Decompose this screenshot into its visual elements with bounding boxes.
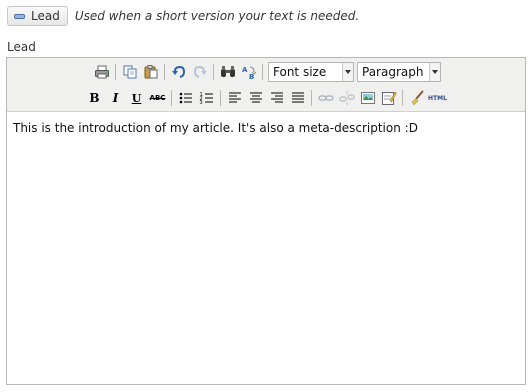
brush-icon <box>411 90 424 106</box>
rich-text-editor: AB Font size Paragraph B I U ABC 123 HTM… <box>6 57 526 385</box>
undo-icon <box>171 65 185 78</box>
field-label: Lead <box>7 40 36 54</box>
chevron-down-icon <box>342 63 353 81</box>
italic-button[interactable]: I <box>105 88 126 108</box>
unlink-button[interactable] <box>336 88 357 108</box>
toolbar-separator <box>311 90 312 106</box>
link-icon <box>317 95 334 101</box>
font-size-value: Font size <box>273 65 327 79</box>
toolbar-row-1: AB Font size Paragraph <box>7 61 525 83</box>
html-source-button[interactable]: HTML <box>427 88 448 108</box>
print-icon <box>94 65 109 79</box>
align-right-icon <box>270 92 283 103</box>
clean-formatting-button[interactable] <box>406 88 427 108</box>
html-icon: HTML <box>428 94 447 102</box>
numbered-list-button[interactable]: 123 <box>196 88 217 108</box>
undo-button[interactable] <box>168 62 189 82</box>
edit-icon <box>381 91 397 105</box>
strikethrough-button[interactable]: ABC <box>147 88 168 108</box>
toolbar-separator <box>402 90 403 106</box>
replace-button[interactable]: AB <box>238 62 259 82</box>
align-center-icon <box>249 92 262 103</box>
bullet-list-icon <box>179 92 192 104</box>
align-right-button[interactable] <box>266 88 287 108</box>
find-button[interactable] <box>217 62 238 82</box>
toolbar-separator <box>213 64 214 80</box>
underline-button[interactable]: U <box>126 88 147 108</box>
copy-button[interactable] <box>119 62 140 82</box>
insert-link-button[interactable] <box>315 88 336 108</box>
lead-toggle-button[interactable]: Lead <box>7 6 68 26</box>
toolbar-separator <box>115 64 116 80</box>
svg-text:A: A <box>242 66 248 74</box>
lead-toggle-label: Lead <box>31 9 60 23</box>
toolbar-separator <box>262 64 263 80</box>
toolbar-separator <box>171 90 172 106</box>
redo-button[interactable] <box>189 62 210 82</box>
align-left-button[interactable] <box>224 88 245 108</box>
align-center-button[interactable] <box>245 88 266 108</box>
align-left-icon <box>228 92 241 103</box>
editor-toolbar: AB Font size Paragraph B I U ABC 123 HTM… <box>7 58 525 112</box>
redo-icon <box>193 65 207 78</box>
binoculars-icon <box>220 66 235 77</box>
toolbar-row-2: B I U ABC 123 HTML <box>7 87 525 109</box>
italic-icon: I <box>112 91 119 105</box>
copy-icon <box>123 65 136 79</box>
image-icon <box>360 92 375 104</box>
paste-icon <box>144 65 157 79</box>
insert-image-button[interactable] <box>357 88 378 108</box>
collapse-icon <box>14 13 25 19</box>
lead-toggle-row: Lead Used when a short version your text… <box>7 5 359 27</box>
editor-content[interactable]: This is the introduction of my article. … <box>7 112 525 144</box>
print-button[interactable] <box>91 62 112 82</box>
paste-button[interactable] <box>140 62 161 82</box>
paragraph-format-select[interactable]: Paragraph <box>357 62 441 82</box>
align-justify-icon <box>291 92 304 103</box>
font-size-select[interactable]: Font size <box>268 62 354 82</box>
underline-icon: U <box>131 91 142 105</box>
toolbar-separator <box>220 90 221 106</box>
align-justify-button[interactable] <box>287 88 308 108</box>
format-value: Paragraph <box>362 65 424 79</box>
bold-button[interactable]: B <box>84 88 105 108</box>
lead-hint-text: Used when a short version your text is n… <box>74 9 360 23</box>
replace-icon: AB <box>242 66 256 80</box>
numbered-list-icon: 123 <box>199 92 213 106</box>
bold-icon: B <box>89 91 100 105</box>
strikethrough-icon: ABC <box>149 94 166 102</box>
chevron-down-icon <box>429 63 440 81</box>
edit-html-source-button[interactable] <box>378 88 399 108</box>
unlink-icon <box>338 91 355 105</box>
bullet-list-button[interactable] <box>175 88 196 108</box>
svg-text:3: 3 <box>199 100 202 106</box>
toolbar-separator <box>164 64 165 80</box>
